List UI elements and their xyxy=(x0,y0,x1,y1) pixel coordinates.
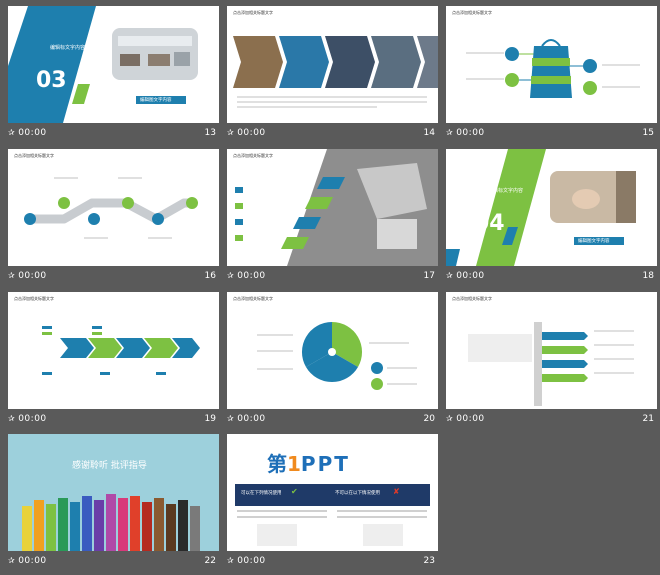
slide-16-preview: 点击添加相关标题文字 xyxy=(8,149,219,266)
star-icon: ✰ xyxy=(227,128,235,137)
slide-20-thumbnail[interactable]: 点击添加相关标题文字 ✰ 00:00 20 xyxy=(227,292,438,433)
slide-21-meta: ✰ 00:00 21 xyxy=(446,413,657,429)
slide-19-artwork xyxy=(42,326,200,375)
slide-19-thumbnail[interactable]: 点击添加相关标题文字 ✰ 00:00 19 xyxy=(8,292,219,433)
slide-13-button-label: 编辑图文字内容 xyxy=(140,98,172,103)
star-icon: ✰ xyxy=(227,556,235,565)
slide-18-section-number: 04 xyxy=(474,211,505,236)
star-icon: ✰ xyxy=(8,414,16,423)
star-icon: ✰ xyxy=(446,271,454,280)
slide-18-heading: 编辑标文字内容 xyxy=(488,188,524,194)
slide-22-thumbnail[interactable]: 感谢聆听 批评指导 ✰ 00:00 22 xyxy=(8,434,219,575)
slide-19-meta: ✰ 00:00 19 xyxy=(8,413,219,429)
slide-21-artwork xyxy=(468,322,634,406)
slide-23-thumbnail[interactable]: 第1PPT 可以在下列情况使用 ✔ 不可以在以下情况使用 ✘ ✰ 00:00 23 xyxy=(227,434,438,575)
slide-15-timing: ✰ 00:00 xyxy=(446,128,485,138)
star-icon: ✰ xyxy=(446,128,454,137)
slide-14-number: 14 xyxy=(423,128,435,138)
slide-20-meta: ✰ 00:00 20 xyxy=(227,413,438,429)
slide-18-number: 18 xyxy=(642,271,654,281)
slide-16-thumbnail[interactable]: 点击添加相关标题文字 ✰ 00:00 16 xyxy=(8,149,219,290)
slide-18-timing: ✰ 00:00 xyxy=(446,271,485,281)
star-icon: ✰ xyxy=(8,556,16,565)
slide-15-thumbnail[interactable]: 点击添加相关标题文字 ✰ 00:00 15 xyxy=(446,6,657,147)
slide-13-timing: ✰ 00:00 xyxy=(8,128,47,138)
slide-16-number: 16 xyxy=(204,271,216,281)
slide-13-artwork xyxy=(8,6,198,123)
slide-19-preview: 点击添加相关标题文字 xyxy=(8,292,219,409)
slide-13-number: 13 xyxy=(204,128,216,138)
slide-22-artwork xyxy=(22,494,200,551)
slide-17-timing: ✰ 00:00 xyxy=(227,271,266,281)
slide-23-timing: ✰ 00:00 xyxy=(227,556,266,566)
slide-18-button-label: 编辑图文字内容 xyxy=(578,239,610,244)
slide-13-preview: 03 编辑标文字内容 编辑图文字内容 xyxy=(8,6,219,123)
slide-13-section-number: 03 xyxy=(36,68,67,93)
pencils xyxy=(22,494,200,551)
slide-22-title: 感谢聆听 批评指导 xyxy=(72,461,147,471)
slide-17-preview: 点击添加相关标题文字 xyxy=(227,149,438,266)
slide-17-thumbnail[interactable]: 点击添加相关标题文字 ✰ 00:00 17 xyxy=(227,149,438,290)
slide-23-number: 23 xyxy=(423,556,435,566)
slide-23-artwork xyxy=(237,510,427,546)
slide-13-thumbnail[interactable]: 03 编辑标文字内容 编辑图文字内容 ✰ 00:00 13 xyxy=(8,6,219,147)
slide-13-heading: 编辑标文字内容 xyxy=(50,45,86,51)
slide-22-timing: ✰ 00:00 xyxy=(8,556,47,566)
slide-21-timing: ✰ 00:00 xyxy=(446,414,485,424)
slide-15-artwork xyxy=(466,39,640,98)
slide-14-meta: ✰ 00:00 14 xyxy=(227,127,438,143)
slide-16-timing: ✰ 00:00 xyxy=(8,271,47,281)
slide-14-preview: 点击添加相关标题文字 xyxy=(227,6,438,123)
slide-21-number: 21 xyxy=(642,414,654,424)
slide-20-preview: 点击添加相关标题文字 xyxy=(227,292,438,409)
slide-18-meta: ✰ 00:00 18 xyxy=(446,270,657,286)
star-icon: ✰ xyxy=(446,414,454,423)
slide-14-thumbnail[interactable]: 点击添加相关标题文字 ✰ 00:00 14 xyxy=(227,6,438,147)
star-icon: ✰ xyxy=(8,271,16,280)
slide-17-meta: ✰ 00:00 17 xyxy=(227,270,438,286)
slide-14-artwork xyxy=(233,36,438,108)
slide-20-artwork xyxy=(257,322,417,390)
slide-18-artwork xyxy=(446,149,636,266)
slide-15-number: 15 xyxy=(642,128,654,138)
slide-22-number: 22 xyxy=(204,556,216,566)
slide-19-timing: ✰ 00:00 xyxy=(8,414,47,424)
star-icon: ✰ xyxy=(227,414,235,423)
slide-20-timing: ✰ 00:00 xyxy=(227,414,266,424)
slide-17-number: 17 xyxy=(423,271,435,281)
star-icon: ✰ xyxy=(8,128,16,137)
slide-13-meta: ✰ 00:00 13 xyxy=(8,127,219,143)
slide-18-preview: 04 编辑标文字内容 编辑图文字内容 xyxy=(446,149,657,266)
slide-16-artwork xyxy=(24,177,198,239)
slide-17-artwork xyxy=(235,149,438,266)
slide-16-meta: ✰ 00:00 16 xyxy=(8,270,219,286)
slide-21-thumbnail[interactable]: 点击添加相关标题文字 ✰ 00:00 21 xyxy=(446,292,657,433)
slide-15-preview: 点击添加相关标题文字 xyxy=(446,6,657,123)
slide-21-preview: 点击添加相关标题文字 xyxy=(446,292,657,409)
star-icon: ✰ xyxy=(227,271,235,280)
slide-22-meta: ✰ 00:00 22 xyxy=(8,555,219,571)
slide-23-preview: 第1PPT 可以在下列情况使用 ✔ 不可以在以下情况使用 ✘ xyxy=(227,434,438,551)
slide-20-number: 20 xyxy=(423,414,435,424)
slide-22-preview: 感谢聆听 批评指导 xyxy=(8,434,219,551)
slide-23-meta: ✰ 00:00 23 xyxy=(227,555,438,571)
slide-18-thumbnail[interactable]: 04 编辑标文字内容 编辑图文字内容 ✰ 00:00 18 xyxy=(446,149,657,290)
slide-15-meta: ✰ 00:00 15 xyxy=(446,127,657,143)
slide-14-timing: ✰ 00:00 xyxy=(227,128,266,138)
slide-19-number: 19 xyxy=(204,414,216,424)
